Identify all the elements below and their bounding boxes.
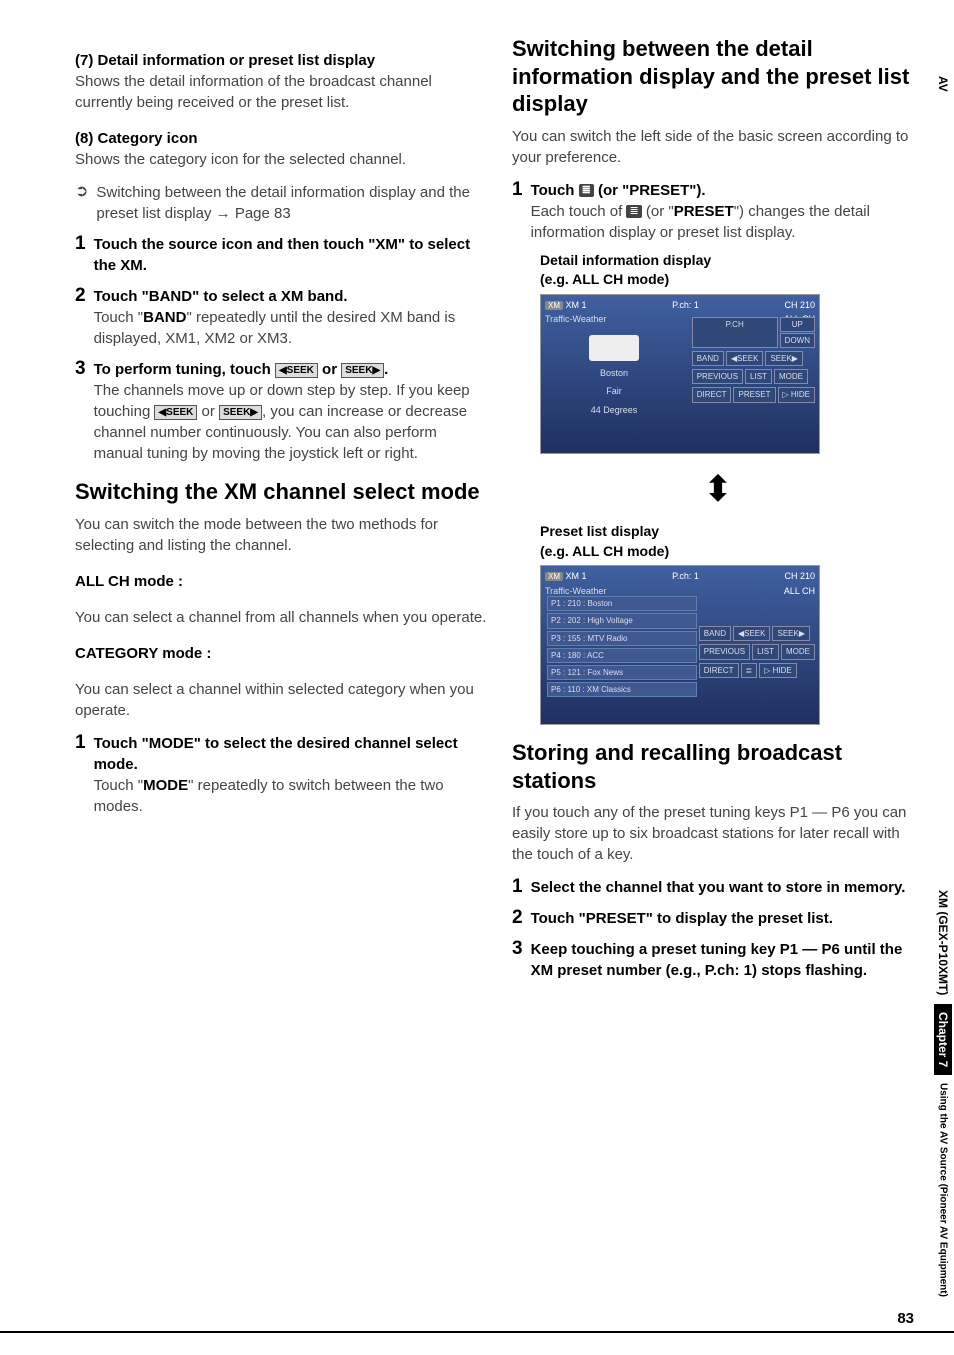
item-7-body: Shows the detail information of the broa… (75, 71, 487, 113)
xref-page: Page 83 (235, 205, 291, 222)
up-button[interactable]: UP (780, 317, 815, 332)
allch-body: You can select a channel from all channe… (75, 607, 487, 628)
band-button[interactable]: BAND (699, 626, 731, 641)
seek-right-icon: SEEK▶ (219, 405, 262, 420)
side-chapter-label: Chapter 7 (934, 1004, 952, 1075)
preset-display-screenshot: XM XM 1 P.ch: 1 CH 210 Traffic-Weather A… (540, 565, 820, 725)
heading-switch-display: Switching between the detail information… (512, 35, 924, 118)
step-number-2b: 2 (512, 908, 523, 929)
mode-button[interactable]: MODE (781, 644, 815, 659)
item-7-title: (7) Detail information or preset list di… (75, 50, 487, 71)
step-number-1b: 1 (75, 733, 86, 754)
direct-button[interactable]: DIRECT (692, 387, 732, 402)
preset-item-3[interactable]: P3 : 155 : MTV Radio (547, 631, 697, 646)
switch-mode-intro: You can switch the mode between the two … (75, 514, 487, 556)
seek-left-button[interactable]: ◀SEEK (726, 351, 764, 366)
mode-step-body: Touch "MODE" repeatedly to switch betwee… (94, 775, 487, 817)
step-2-body: Touch "BAND" repeatedly until the desire… (94, 307, 487, 349)
step-2-head: Touch "BAND" to select a XM band. (94, 286, 487, 307)
pch-button[interactable]: P.CH (692, 317, 778, 348)
list-icon: ≣ (579, 184, 594, 197)
seek-left-icon: ◀SEEK (154, 405, 197, 420)
preset-item-1[interactable]: P1 : 210 : Boston (547, 596, 697, 611)
hide-button[interactable]: ▷ HIDE (778, 387, 816, 402)
preset-item-2[interactable]: P2 : 202 : High Voltage (547, 613, 697, 628)
heading-switch-mode: Switching the XM channel select mode (75, 478, 487, 506)
note-preset-display: Preset list display (e.g. ALL CH mode) (540, 522, 924, 561)
previous-button[interactable]: PREVIOUS (699, 644, 750, 659)
preset-item-4[interactable]: P4 : 180 : ACC (547, 648, 697, 663)
side-model-label: XM (GEX-P10XMT) (934, 882, 952, 1003)
item-8-title: (8) Category icon (75, 128, 487, 149)
hide-button[interactable]: ▷ HIDE (759, 663, 797, 678)
step-number-3: 3 (75, 359, 86, 380)
step-3-head: To perform tuning, touch ◀SEEK or SEEK▶. (94, 359, 487, 380)
side-tab: AV XM (GEX-P10XMT) Chapter 7 Using the A… (932, 60, 954, 1315)
direct-button[interactable]: DIRECT (699, 663, 739, 678)
mode-button[interactable]: MODE (774, 369, 808, 384)
xref-icon: ➲ (75, 182, 88, 201)
storing-intro: If you touch any of the preset tuning ke… (512, 802, 924, 865)
heading-storing: Storing and recalling broadcast stations (512, 739, 924, 794)
down-button[interactable]: DOWN (780, 333, 815, 348)
cross-reference: ➲ Switching between the detail informati… (75, 182, 487, 224)
step-1-head: Touch the source icon and then touch "XM… (94, 234, 487, 276)
store-step-3: Keep touching a preset tuning key P1 — P… (531, 939, 924, 981)
preset-item-6[interactable]: P6 : 110 : XM Classics (547, 682, 697, 697)
step-number-1c: 1 (512, 180, 523, 201)
footer-rule (0, 1331, 954, 1333)
seek-right-button[interactable]: SEEK▶ (765, 351, 803, 366)
xm-logo: XM (545, 301, 563, 310)
note-detail-display: Detail information display (e.g. ALL CH … (540, 251, 924, 290)
side-av-label: AV (934, 70, 952, 98)
store-step-2: Touch "PRESET" to display the preset lis… (531, 908, 924, 929)
arrow-right-icon: → (216, 205, 231, 222)
band-button[interactable]: BAND (692, 351, 724, 366)
step-3-body: The channels move up or down step by ste… (94, 380, 487, 464)
seek-left-button[interactable]: ◀SEEK (733, 626, 771, 641)
item-8-body: Shows the category icon for the selected… (75, 149, 487, 170)
category-label: CATEGORY mode : (75, 643, 487, 664)
step-number-1: 1 (75, 234, 86, 255)
touch-preset-head: Touch ≣ (or "PRESET"). (531, 180, 924, 201)
allch-label: ALL CH mode : (75, 571, 487, 592)
preset-icon-button[interactable]: ≣ (741, 663, 758, 678)
previous-button[interactable]: PREVIOUS (692, 369, 743, 384)
list-button[interactable]: LIST (752, 644, 779, 659)
xm-logo: XM (545, 572, 563, 581)
touch-preset-body: Each touch of ≣ (or "PRESET") changes th… (531, 201, 924, 243)
step-number-1d: 1 (512, 877, 523, 898)
detail-display-screenshot: XM XM 1 P.ch: 1 CH 210 Traffic-Weather A… (540, 294, 820, 454)
seek-right-button[interactable]: SEEK▶ (772, 626, 810, 641)
list-icon: ≣ (626, 205, 641, 218)
seek-right-icon: SEEK▶ (341, 363, 384, 378)
side-using-label: Using the AV Source (Pioneer AV Equipmen… (936, 1075, 951, 1305)
preset-item-5[interactable]: P5 : 121 : Fox News (547, 665, 697, 680)
switch-display-intro: You can switch the left side of the basi… (512, 126, 924, 168)
seek-left-icon: ◀SEEK (275, 363, 318, 378)
store-step-1: Select the channel that you want to stor… (531, 877, 924, 898)
step-number-2: 2 (75, 286, 86, 307)
list-button[interactable]: LIST (745, 369, 772, 384)
step-number-3b: 3 (512, 939, 523, 960)
mode-step-head: Touch "MODE" to select the desired chann… (94, 733, 487, 775)
preset-button[interactable]: PRESET (733, 387, 775, 402)
updown-arrow-icon: ⬍ (512, 464, 924, 514)
map-graphic (589, 335, 639, 361)
category-body: You can select a channel within selected… (75, 679, 487, 721)
page-number: 83 (897, 1310, 914, 1327)
